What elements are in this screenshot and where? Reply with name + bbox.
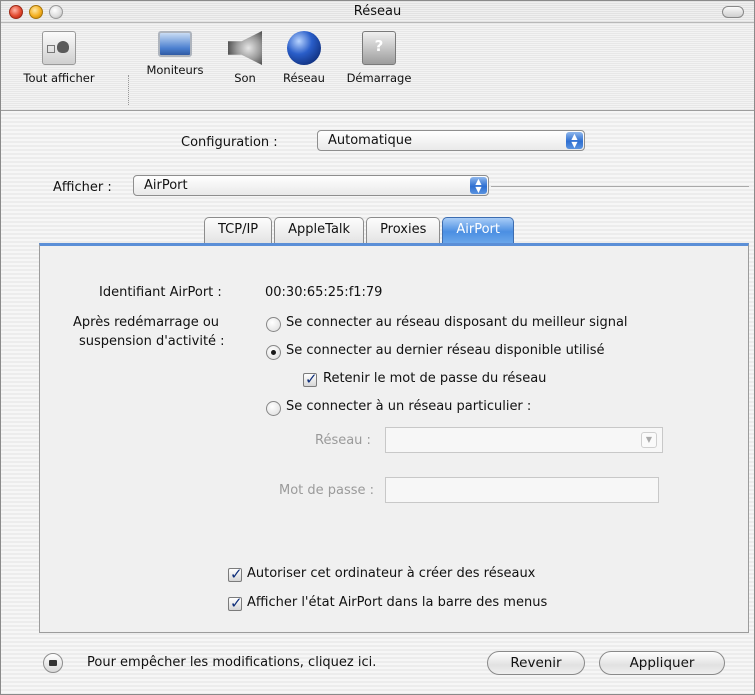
best-signal-label[interactable]: Se connecter au réseau disposant du meil… bbox=[286, 315, 628, 330]
password-label: Mot de passe : bbox=[279, 483, 375, 498]
show-status-menu-checkbox[interactable] bbox=[228, 594, 243, 612]
show-all-icon bbox=[42, 31, 76, 65]
lock-icon[interactable] bbox=[43, 653, 63, 673]
popup-arrows-icon: ▲ ▼ bbox=[566, 132, 583, 149]
tab-airport[interactable]: AirPort bbox=[442, 217, 514, 243]
remember-password-label[interactable]: Retenir le mot de passe du réseau bbox=[323, 371, 546, 386]
revert-label: Revenir bbox=[510, 655, 562, 671]
tab-tcpip[interactable]: TCP/IP bbox=[204, 217, 273, 243]
radio-specific-network[interactable] bbox=[266, 401, 281, 416]
network-popup[interactable]: ▼ bbox=[385, 427, 663, 453]
tab-label: AppleTalk bbox=[288, 222, 351, 237]
specific-network-label[interactable]: Se connecter à un réseau particulier : bbox=[286, 399, 531, 414]
toolbar-label: Démarrage bbox=[346, 71, 412, 85]
tab-label: TCP/IP bbox=[218, 222, 259, 237]
apply-button[interactable]: Appliquer bbox=[599, 651, 725, 675]
last-network-label[interactable]: Se connecter au dernier réseau disponibl… bbox=[286, 343, 605, 358]
tab-label: Proxies bbox=[380, 222, 427, 237]
lock-text: Pour empêcher les modifications, cliquez… bbox=[87, 655, 377, 670]
toolbar-network[interactable]: Réseau bbox=[277, 27, 331, 85]
toolbar-show-all[interactable]: Tout afficher bbox=[9, 27, 109, 85]
toolbar-sound[interactable]: Son bbox=[225, 27, 265, 85]
radio-last-network[interactable] bbox=[266, 345, 281, 360]
configuration-value: Automatique bbox=[328, 133, 413, 148]
toolbar: Tout afficher Moniteurs Son Réseau Démar… bbox=[1, 23, 754, 111]
toolbar-toggle-button[interactable] bbox=[722, 6, 744, 18]
popup-arrows-icon: ▲ ▼ bbox=[470, 177, 487, 194]
window-title: Réseau bbox=[353, 4, 402, 19]
network-label: Réseau : bbox=[315, 433, 371, 448]
divider bbox=[491, 186, 749, 187]
airport-id-value: 00:30:65:25:f1:79 bbox=[265, 285, 383, 300]
show-label: Afficher : bbox=[53, 180, 112, 195]
speaker-icon bbox=[228, 31, 262, 65]
after-restart-label-2: suspension d'activité : bbox=[79, 334, 225, 349]
toolbar-separator bbox=[128, 75, 129, 105]
show-value: AirPort bbox=[144, 178, 188, 193]
globe-icon bbox=[287, 31, 321, 65]
allow-create-network-checkbox[interactable] bbox=[228, 565, 243, 583]
toolbar-label: Son bbox=[234, 71, 256, 85]
toolbar-label: Tout afficher bbox=[23, 71, 95, 85]
tab-label: AirPort bbox=[456, 222, 500, 237]
tab-appletalk[interactable]: AppleTalk bbox=[274, 217, 365, 243]
airport-id-label: Identifiant AirPort : bbox=[99, 285, 222, 300]
revert-button[interactable]: Revenir bbox=[487, 651, 585, 675]
configuration-label: Configuration : bbox=[181, 135, 278, 150]
after-restart-label: Après redémarrage ou bbox=[73, 315, 220, 330]
allow-create-network-label[interactable]: Autoriser cet ordinateur à créer des rés… bbox=[247, 566, 535, 581]
tab-proxies[interactable]: Proxies bbox=[366, 217, 441, 243]
chevron-down-icon: ▼ bbox=[641, 432, 657, 448]
startup-disk-icon bbox=[362, 31, 396, 65]
tab-bar: TCP/IP AppleTalk Proxies AirPort bbox=[204, 217, 516, 243]
configuration-popup[interactable]: Automatique ▲ ▼ bbox=[317, 130, 585, 151]
radio-best-signal[interactable] bbox=[266, 317, 281, 332]
toolbar-startup[interactable]: Démarrage bbox=[339, 27, 419, 85]
toolbar-label: Moniteurs bbox=[146, 63, 204, 77]
password-field[interactable] bbox=[385, 477, 659, 503]
remember-password-checkbox[interactable] bbox=[303, 370, 318, 388]
monitor-icon bbox=[158, 31, 192, 57]
show-popup[interactable]: AirPort ▲ ▼ bbox=[133, 175, 489, 196]
show-status-menu-label[interactable]: Afficher l'état AirPort dans la barre de… bbox=[247, 595, 547, 610]
apply-label: Appliquer bbox=[629, 655, 695, 671]
toolbar-label: Réseau bbox=[283, 71, 325, 85]
title-bar[interactable]: Réseau bbox=[1, 1, 754, 23]
network-preferences-window: Réseau Tout afficher Moniteurs Son Résea… bbox=[0, 0, 755, 695]
toolbar-monitors[interactable]: Moniteurs bbox=[141, 27, 209, 77]
